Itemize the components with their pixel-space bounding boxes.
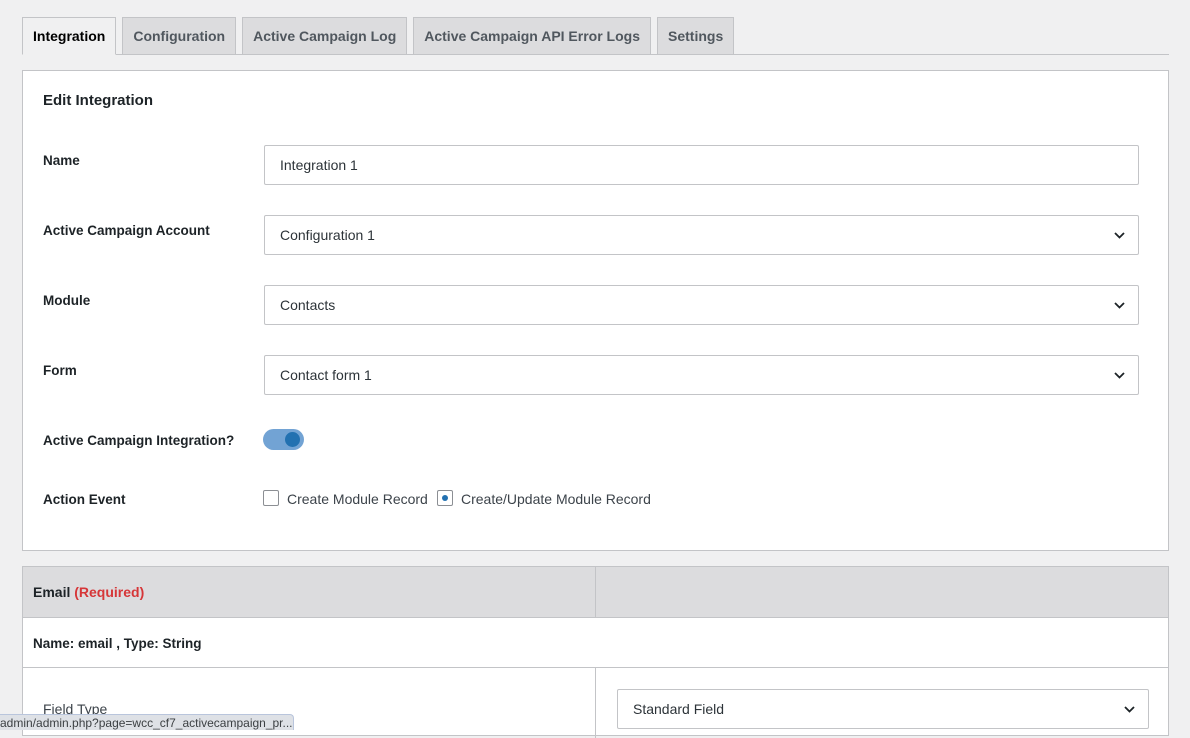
column-divider bbox=[595, 668, 596, 738]
integration-toggle-label: Active Campaign Integration? bbox=[43, 433, 235, 448]
required-badge: (Required) bbox=[74, 584, 145, 600]
form-select[interactable]: Contact form 1 bbox=[264, 355, 1139, 395]
account-label: Active Campaign Account bbox=[43, 223, 210, 238]
tab-configuration[interactable]: Configuration bbox=[122, 17, 237, 54]
card-title: Edit Integration bbox=[43, 92, 153, 109]
chevron-down-icon bbox=[1114, 302, 1125, 309]
create-update-record-radio[interactable] bbox=[437, 490, 453, 506]
tab-settings[interactable]: Settings bbox=[657, 17, 735, 54]
field-meta-row: Name: email , Type: String bbox=[23, 618, 1168, 668]
account-select[interactable]: Configuration 1 bbox=[264, 215, 1139, 255]
create-update-record-label: Create/Update Module Record bbox=[461, 491, 651, 507]
form-label: Form bbox=[43, 363, 77, 378]
create-record-checkbox[interactable] bbox=[263, 490, 279, 506]
chevron-down-icon bbox=[1114, 232, 1125, 239]
field-type-value: Standard Field bbox=[633, 701, 725, 717]
tab-integration[interactable]: Integration bbox=[22, 17, 117, 55]
column-divider bbox=[595, 567, 596, 618]
tab-bar: Integration Configuration Active Campaig… bbox=[22, 17, 1169, 55]
module-label: Module bbox=[43, 293, 91, 308]
chevron-down-icon bbox=[1124, 706, 1135, 713]
status-url-bar: admin/admin.php?page=wcc_cf7_activecampa… bbox=[0, 714, 294, 730]
form-select-value: Contact form 1 bbox=[280, 367, 372, 383]
name-input-value: Integration 1 bbox=[280, 157, 358, 173]
field-type-select[interactable]: Standard Field bbox=[617, 689, 1149, 729]
edit-integration-card: Edit Integration Name Integration 1 Acti… bbox=[22, 70, 1169, 551]
toggle-knob bbox=[285, 432, 300, 447]
create-record-label: Create Module Record bbox=[287, 491, 428, 507]
name-input[interactable]: Integration 1 bbox=[264, 145, 1139, 185]
field-meta: Name: email , Type: String bbox=[33, 636, 202, 651]
field-mapping-table: Email (Required) Name: email , Type: Str… bbox=[22, 566, 1169, 738]
tab-api-error-logs[interactable]: Active Campaign API Error Logs bbox=[413, 17, 651, 54]
name-label: Name bbox=[43, 153, 80, 168]
integration-toggle[interactable] bbox=[263, 429, 304, 450]
field-name: Email bbox=[33, 584, 71, 600]
table-header: Email (Required) bbox=[23, 567, 1168, 618]
module-select[interactable]: Contacts bbox=[264, 285, 1139, 325]
account-select-value: Configuration 1 bbox=[280, 227, 375, 243]
module-select-value: Contacts bbox=[280, 297, 336, 313]
tab-active-campaign-log[interactable]: Active Campaign Log bbox=[242, 17, 408, 54]
radio-selected-dot bbox=[442, 495, 448, 501]
action-event-label: Action Event bbox=[43, 492, 126, 507]
field-title: Email (Required) bbox=[33, 584, 144, 600]
chevron-down-icon bbox=[1114, 372, 1125, 379]
